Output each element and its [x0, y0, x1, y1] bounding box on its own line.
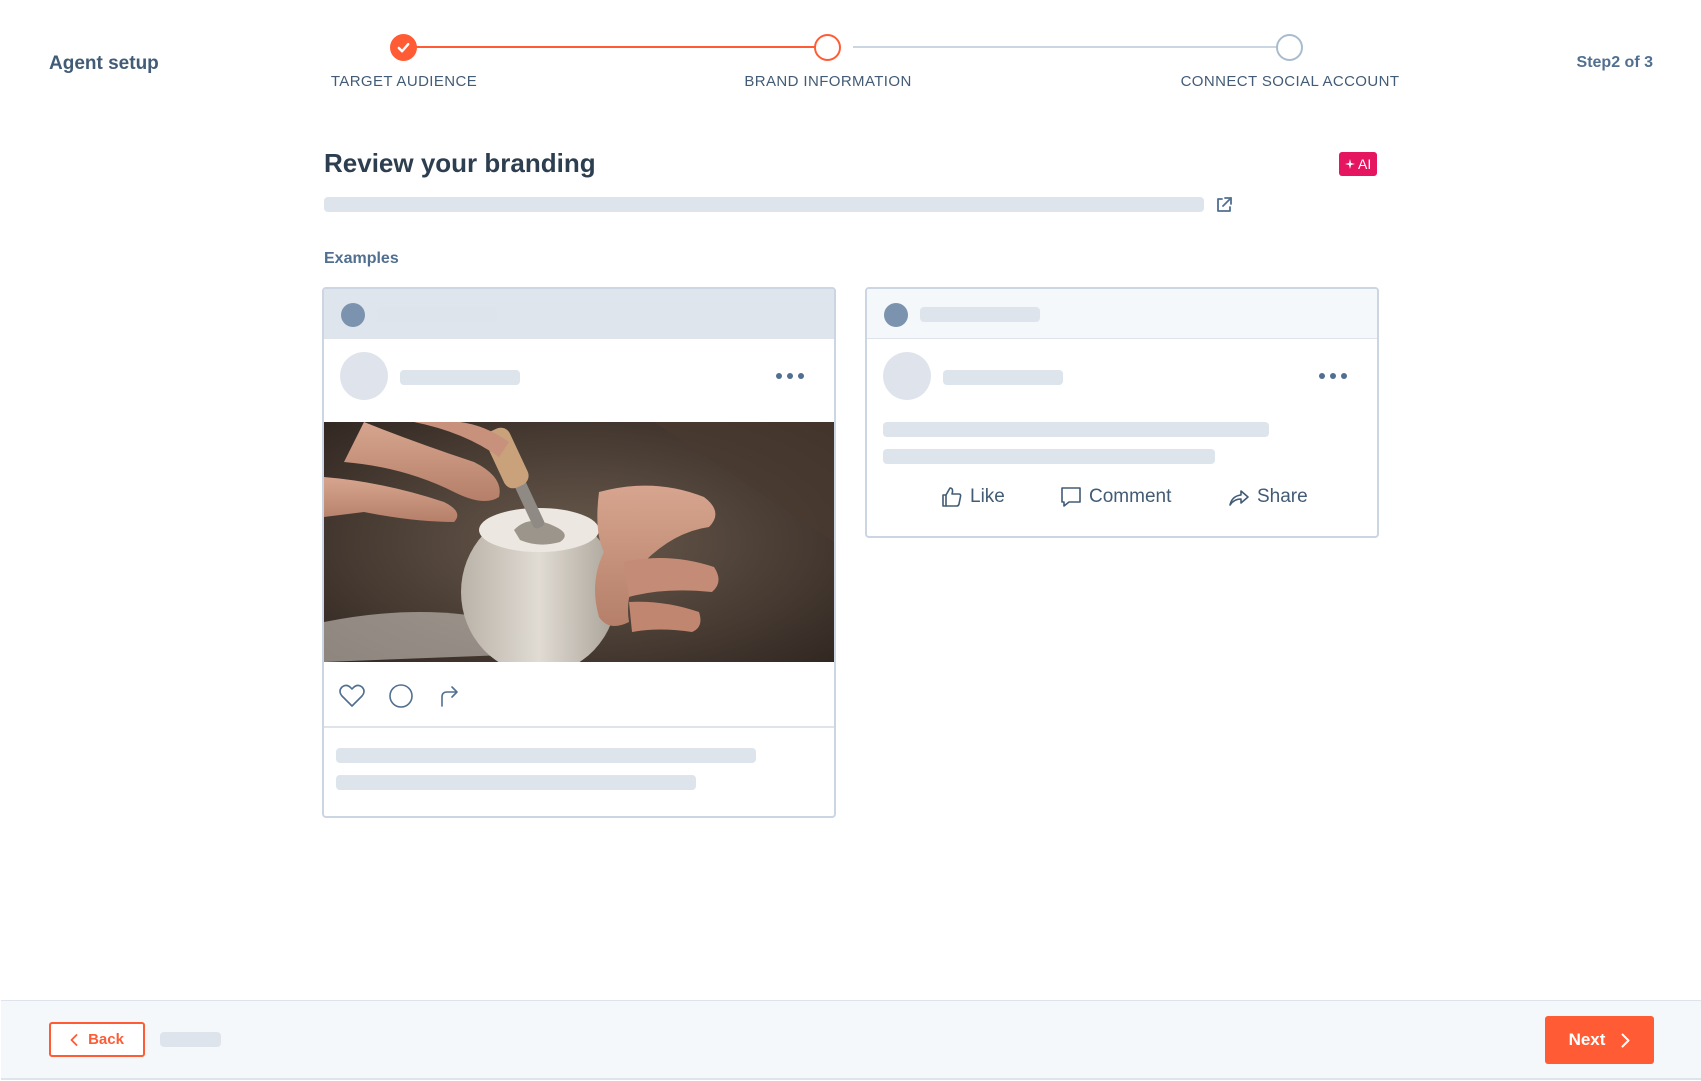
caption-line-placeholder [336, 748, 756, 763]
back-label: Back [88, 1031, 124, 1048]
share-label: Share [1257, 486, 1308, 507]
network-name-placeholder [377, 307, 497, 322]
more-options-icon[interactable] [1317, 366, 1349, 386]
website-url-placeholder [324, 197, 1204, 212]
instagram-post-preview[interactable] [322, 287, 836, 818]
step-1-label[interactable]: TARGET AUDIENCE [331, 73, 477, 90]
step-2-indicator [814, 34, 841, 61]
network-icon [884, 303, 908, 327]
share-arrow-icon[interactable] [434, 681, 464, 711]
post-actions: Like Comment Share [867, 485, 1377, 515]
back-button[interactable]: Back [49, 1022, 145, 1057]
network-name-placeholder [920, 307, 1040, 322]
step-counter: Step2 of 3 [1576, 54, 1653, 71]
footer-bar: Back Next [1, 1000, 1701, 1080]
step-connector-complete [403, 46, 827, 48]
step-3-label: CONNECT SOCIAL ACCOUNT [1180, 73, 1400, 90]
account-name-placeholder [400, 370, 520, 385]
avatar [340, 352, 388, 400]
check-icon [397, 43, 410, 53]
card-header [867, 289, 1377, 339]
pottery-photo [324, 422, 834, 662]
ai-badge-label: AI [1358, 156, 1372, 172]
account-name-placeholder [943, 370, 1063, 385]
post-text-placeholder [883, 449, 1215, 464]
ai-badge: AI [1339, 152, 1378, 176]
share-icon [1229, 490, 1249, 506]
progress-stepper: TARGET AUDIENCE BRAND INFORMATION CONNEC… [0, 0, 1701, 110]
caption-line-placeholder [336, 775, 696, 790]
step-2-label: BRAND INFORMATION [744, 73, 912, 90]
comment-button[interactable]: Comment [1059, 485, 1171, 509]
share-button[interactable]: Share [1227, 485, 1308, 509]
sparkle-icon [1345, 159, 1355, 169]
thumbs-up-icon [942, 487, 962, 507]
footer-text-placeholder [160, 1032, 221, 1047]
speech-bubble-icon [1061, 487, 1081, 507]
comment-icon[interactable] [386, 681, 416, 711]
card-header [324, 289, 834, 339]
next-button[interactable]: Next [1545, 1016, 1654, 1064]
caption-area [324, 726, 834, 816]
step-1-indicator[interactable] [390, 34, 417, 61]
post-text-placeholder [883, 422, 1269, 437]
external-link-icon[interactable] [1214, 195, 1234, 215]
next-label: Next [1568, 1030, 1606, 1049]
step-connector-pending [853, 46, 1289, 48]
facebook-post-preview[interactable]: Like Comment Share [865, 287, 1379, 538]
post-image [324, 422, 834, 662]
heart-icon[interactable] [337, 681, 367, 711]
more-options-icon[interactable] [774, 366, 806, 386]
examples-label: Examples [324, 250, 399, 267]
comment-label: Comment [1089, 486, 1172, 507]
page-title: Review your branding [324, 148, 596, 178]
step-3-indicator [1276, 34, 1303, 61]
like-button[interactable]: Like [940, 485, 1005, 509]
chevron-right-icon [1621, 1033, 1630, 1047]
network-icon [341, 303, 365, 327]
like-label: Like [970, 486, 1005, 507]
avatar [883, 352, 931, 400]
chevron-left-icon [70, 1033, 78, 1046]
